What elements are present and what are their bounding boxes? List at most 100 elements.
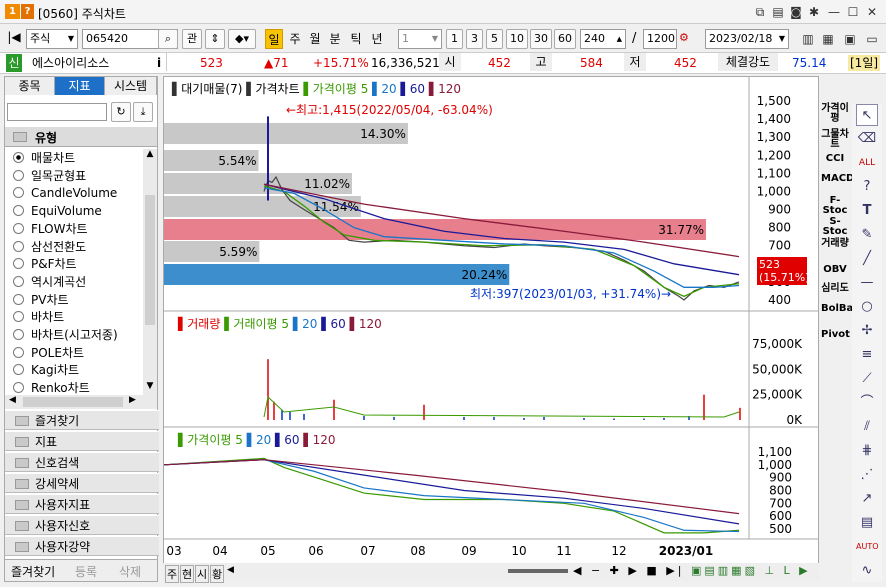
radio-icon[interactable] (13, 364, 24, 376)
tab-bottom-1[interactable]: 주 (165, 565, 180, 583)
related-button[interactable]: 관 (182, 29, 202, 49)
list-scrollbar[interactable]: ▲ ▼ (143, 149, 157, 395)
tab-bottom-2[interactable]: 현 (180, 565, 195, 583)
radio-icon[interactable] (13, 346, 24, 358)
cursor-icon[interactable]: ↖ (856, 104, 878, 126)
zoom-controls[interactable]: ◀ − ✚ ▶ ■ ▶| (573, 564, 684, 577)
hline-icon[interactable]: — (856, 272, 878, 294)
filter-input[interactable] (7, 103, 107, 121)
indicator-shortcut[interactable]: 그물차트 (821, 130, 849, 150)
folder-item[interactable]: 사용자신호 (5, 515, 159, 535)
maximize-icon[interactable]: ☐ (845, 4, 861, 20)
period-minute[interactable]: 분 (326, 29, 344, 49)
period-year[interactable]: 년 (368, 29, 386, 49)
close-icon[interactable]: ✕ (864, 4, 880, 20)
tab-system[interactable]: 시스템 (105, 77, 157, 95)
export-icons[interactable]: ▣▤▥▦▧ ⊥ L ▶ (691, 564, 811, 577)
text-icon[interactable]: T (856, 200, 878, 222)
folder-item[interactable]: 신호검색 (5, 452, 159, 472)
interval-60[interactable]: 60 (554, 29, 576, 49)
folder-item[interactable]: 강세약세 (5, 473, 159, 493)
ruler-icon[interactable]: ▤ (856, 512, 878, 534)
date-input[interactable]: 2023/02/18 ▼ (705, 29, 789, 49)
trend-icon[interactable]: ↗ (856, 488, 878, 510)
print-icon[interactable]: ▤ (770, 4, 786, 20)
period-week[interactable]: 주 (286, 29, 304, 49)
folder-item[interactable]: 지표 (5, 431, 159, 451)
updown-icon[interactable]: ◆▾ (228, 29, 256, 49)
indicator-shortcut[interactable]: F-Stoc (821, 196, 849, 216)
indicator-shortcut[interactable]: 심리도 (821, 284, 849, 294)
interval-10[interactable]: 10 (506, 29, 528, 49)
help-icon[interactable]: ? (21, 4, 34, 19)
tab-delete[interactable]: 삭제 (119, 563, 141, 580)
auto-icon[interactable]: AUTO (856, 536, 879, 558)
gann-icon[interactable]: ⟋ (856, 368, 878, 390)
interval-select[interactable]: 1 ▼ (398, 29, 442, 49)
prev-icon[interactable]: |◀ (6, 30, 22, 48)
radio-icon[interactable] (13, 311, 24, 323)
chart-type-item[interactable]: Kagi차트 (13, 361, 79, 379)
settings-small-icon[interactable]: ⚙ (679, 31, 693, 44)
folder-item[interactable]: 사용자지표 (5, 494, 159, 514)
folder-item[interactable]: 즐겨찾기 (5, 410, 159, 430)
chart-type-item[interactable]: Renko차트 (13, 379, 90, 395)
chart-type-item[interactable]: 바차트 (13, 308, 64, 326)
arc-icon[interactable]: ⌒ (856, 392, 878, 414)
refresh-icon[interactable]: ↻ (111, 102, 131, 122)
interval-1[interactable]: 1 (446, 29, 463, 49)
chart-type-item[interactable]: PV차트 (13, 291, 69, 309)
radio-icon[interactable] (13, 293, 24, 305)
grid-line-icon[interactable]: ⋕ (856, 440, 878, 462)
scroll-up-icon[interactable]: ▲ (143, 149, 157, 159)
wave-icon[interactable]: ∿ (856, 560, 878, 582)
window-icon[interactable]: ▭ (864, 31, 880, 47)
pencil-icon[interactable]: ✎ (856, 224, 878, 246)
radio-icon[interactable] (13, 258, 24, 270)
scroll-down-icon[interactable]: ▼ (143, 381, 157, 391)
total-input[interactable]: 1200 (643, 29, 677, 49)
chart-type-item[interactable]: 역시계곡선 (13, 273, 86, 291)
indicator-shortcut[interactable]: MACD (821, 174, 854, 184)
indicator-shortcut[interactable]: CCI (821, 154, 849, 164)
indicator-shortcut[interactable]: BolBand (821, 304, 868, 314)
tab-favorites[interactable]: 즐겨찾기 (11, 563, 55, 580)
grid-icon[interactable]: ▦ (820, 31, 836, 47)
scroll-left-bottom-icon[interactable]: ◀ (227, 565, 234, 575)
folder-item[interactable]: 사용자강약 (5, 536, 159, 556)
fibonacci-icon[interactable]: ≡ (856, 344, 878, 366)
line-icon[interactable]: ╱ (856, 248, 878, 270)
tab-bottom-4[interactable]: 황 (210, 565, 225, 583)
scroll-left-icon[interactable]: ◀ (9, 395, 16, 405)
radio-icon[interactable] (13, 187, 24, 199)
chart-type-item[interactable]: 매물차트 (13, 149, 75, 167)
question-icon[interactable]: ? (856, 176, 878, 198)
indicator-shortcut[interactable]: Pivot (821, 330, 850, 340)
hscroll-thumb[interactable] (23, 397, 123, 407)
all-icon[interactable]: ALL (856, 152, 878, 174)
chart-type-item[interactable]: P&F차트 (13, 255, 77, 273)
radio-icon[interactable] (13, 275, 24, 287)
tab-indicators[interactable]: 지표 (55, 77, 105, 95)
chart-type-item[interactable]: FLOW차트 (13, 220, 88, 238)
chart-type-item[interactable]: EquiVolume (13, 202, 102, 220)
radio-icon[interactable] (13, 222, 24, 234)
info-icon[interactable]: i (157, 55, 161, 71)
save-icon[interactable]: ▣ (842, 31, 858, 47)
radio-icon[interactable] (13, 169, 24, 181)
radio-icon[interactable] (13, 329, 24, 340)
group-header[interactable]: 유형 (5, 127, 157, 147)
radio-icon[interactable] (13, 382, 24, 394)
link-icon[interactable]: ⧉ (752, 4, 768, 20)
chart-type-item[interactable]: 일목균형표 (13, 167, 86, 185)
interval-3[interactable]: 3 (466, 29, 483, 49)
search-icon[interactable]: ⌕ (158, 29, 178, 49)
indicator-shortcut[interactable]: 거래량 (821, 239, 849, 249)
minimize-icon[interactable]: — (826, 4, 842, 20)
period-month[interactable]: 월 (306, 29, 324, 49)
market-select[interactable]: 주식 ▼ (26, 29, 78, 49)
fan-icon[interactable]: ⋰ (856, 464, 878, 486)
scroll-right-icon[interactable]: ▶ (129, 395, 136, 405)
tab-stocks[interactable]: 종목 (5, 77, 55, 95)
horizontal-scrollbar[interactable]: ◀ ▶ (5, 395, 157, 409)
